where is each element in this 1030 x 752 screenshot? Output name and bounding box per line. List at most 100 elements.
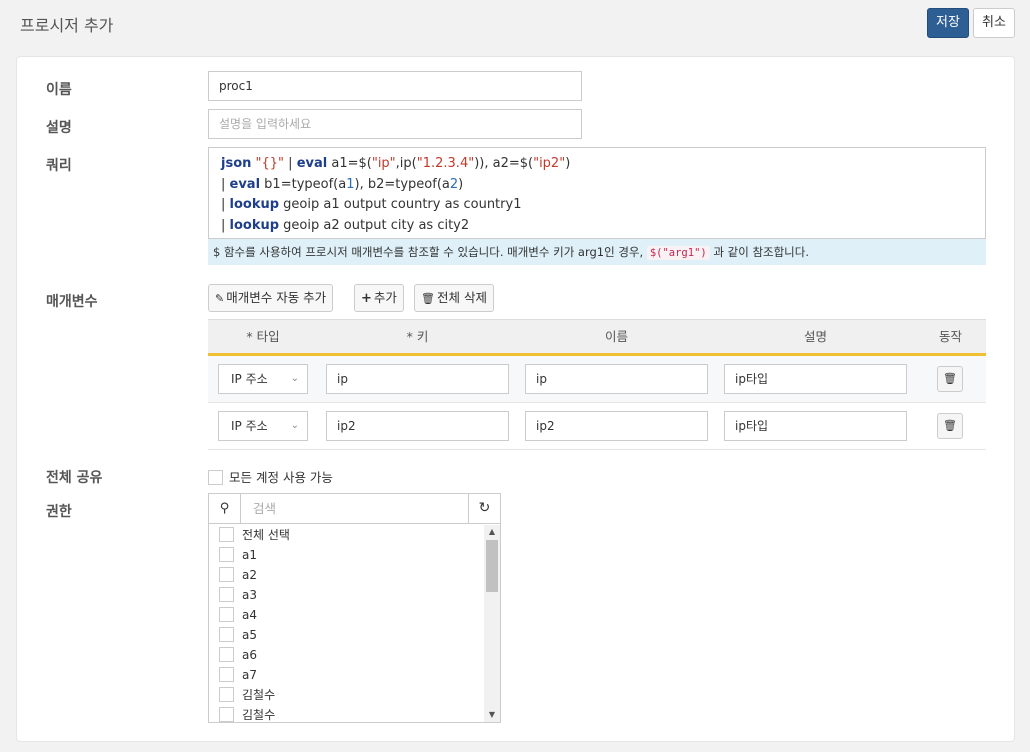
hint-code: $("arg1") (646, 246, 710, 260)
checkbox[interactable] (219, 707, 234, 722)
query-line: json "{}" | eval a1=$("ip",ip("1.2.3.4")… (221, 154, 973, 175)
cancel-button[interactable]: 취소 (973, 8, 1015, 38)
trash-icon: 🗑 (943, 419, 957, 432)
query-text: | (221, 176, 230, 192)
query-text: )), a2=$( (474, 156, 534, 171)
checkbox[interactable] (219, 607, 234, 622)
list-item[interactable]: a3 (209, 585, 485, 605)
chevron-down-icon: ⌄ (290, 420, 299, 431)
query-keyword: lookup (229, 217, 280, 233)
checkbox[interactable] (219, 527, 234, 542)
column-header: * 타입 (246, 329, 280, 344)
hint-text-end: 과 같이 참조합니다. (713, 245, 809, 259)
list-item[interactable]: a5 (209, 625, 485, 645)
list-item[interactable]: a7 (209, 665, 485, 685)
list-item-label: a1 (242, 548, 257, 562)
plus-icon: + (361, 291, 372, 306)
description-label: 설명 (46, 120, 72, 136)
delete-all-params-button[interactable]: 🗑 전체 삭제 (414, 284, 494, 312)
share-option[interactable]: 모든 계정 사용 가능 (208, 470, 333, 486)
query-line: | lookup geoip a2 output city as city2 (221, 216, 973, 237)
search-icon[interactable]: ⚲ (209, 494, 241, 523)
checkbox[interactable] (219, 567, 234, 582)
column-header: 설명 (803, 329, 827, 344)
checkbox[interactable] (219, 647, 234, 662)
save-button[interactable]: 저장 (927, 8, 969, 38)
query-hint: $ 함수를 사용하여 프로시저 매개변수를 참조할 수 있습니다. 매개변수 키… (208, 239, 986, 265)
key-input[interactable]: ip (326, 364, 509, 394)
add-param-label: 추가 (373, 290, 397, 305)
list-item[interactable]: a6 (209, 645, 485, 665)
permission-search-input[interactable]: 검색 (242, 494, 468, 523)
column-header: 동작 (938, 329, 962, 344)
list-item[interactable]: a2 (209, 565, 485, 585)
wand-icon: ✎ (215, 292, 225, 305)
list-item[interactable]: 전체 선택 (209, 525, 485, 545)
checkbox[interactable] (219, 547, 234, 562)
checkbox[interactable] (219, 587, 234, 602)
query-string: "ip" (371, 156, 396, 171)
list-item[interactable]: a1 (209, 545, 485, 565)
add-param-button[interactable]: + 추가 (354, 284, 404, 312)
param-name-input[interactable]: ip2 (525, 411, 708, 441)
query-string: "{}" (255, 156, 285, 171)
params-table-header: * 타입 * 키 이름 설명 동작 (208, 319, 986, 356)
query-label: 쿼리 (46, 158, 72, 174)
checkbox[interactable] (219, 627, 234, 642)
list-item-label: a5 (242, 628, 257, 642)
delete-row-button[interactable]: 🗑 (937, 366, 963, 392)
table-row: IP 주소 ⌄ ip2 ip2 ip타입 🗑 (208, 403, 986, 450)
param-desc-input[interactable]: ip타입 (724, 411, 907, 441)
refresh-icon[interactable]: ↻ (468, 494, 500, 523)
query-line: | lookup geoip a1 output country as coun… (221, 195, 973, 216)
query-text: ), b2=typeof(a (354, 176, 450, 192)
name-label: 이름 (46, 82, 72, 98)
param-name-input[interactable]: ip (525, 364, 708, 394)
query-keyword: json (221, 156, 252, 171)
params-table: * 타입 * 키 이름 설명 동작 IP 주소 ⌄ ip ip ip타입 🗑 IP… (208, 319, 986, 450)
table-row: IP 주소 ⌄ ip ip ip타입 🗑 (208, 356, 986, 403)
permission-box: ⚲ 검색 ↻ 전체 선택 a1 a2 a3 a4 a5 a6 a7 김철수 김철… (208, 493, 501, 723)
delete-row-button[interactable]: 🗑 (937, 413, 963, 439)
name-input[interactable]: proc1 (208, 71, 582, 101)
page-title: 프로시저 추가 (20, 16, 114, 35)
query-number: 1 (346, 176, 355, 192)
type-select[interactable]: IP 주소 ⌄ (218, 364, 308, 394)
list-item-label: a6 (242, 648, 257, 662)
param-desc-input[interactable]: ip타입 (724, 364, 907, 394)
description-input[interactable]: 설명을 입력하세요 (208, 109, 582, 139)
query-text: | (284, 156, 297, 171)
query-editor[interactable]: json "{}" | eval a1=$("ip",ip("1.2.3.4")… (208, 147, 986, 239)
checkbox[interactable] (219, 687, 234, 702)
query-text: geoip a1 output country as country1 (279, 197, 522, 212)
share-checkbox-label: 모든 계정 사용 가능 (229, 470, 333, 485)
list-item-label: a3 (242, 588, 257, 602)
list-item-label: 전체 선택 (242, 528, 290, 542)
query-text: ) (458, 176, 464, 192)
trash-icon: 🗑 (421, 292, 435, 305)
list-item-label: a2 (242, 568, 257, 582)
query-text: ,ip( (395, 156, 417, 171)
scrollbar-thumb[interactable] (486, 540, 498, 592)
params-label: 매개변수 (46, 294, 98, 310)
share-checkbox[interactable] (208, 470, 223, 485)
checkbox[interactable] (219, 667, 234, 682)
trash-icon: 🗑 (943, 372, 957, 385)
list-item[interactable]: 김철수 (209, 685, 485, 705)
scroll-down-icon[interactable]: ▼ (484, 708, 500, 722)
auto-add-params-button[interactable]: ✎ 매개변수 자동 추가 (208, 284, 334, 312)
type-select-value: IP 주소 (231, 372, 268, 386)
list-item[interactable]: 김철수 (209, 705, 485, 722)
type-select-value: IP 주소 (231, 419, 268, 433)
permission-scrollbar[interactable]: ▲ ▼ (484, 525, 500, 722)
list-item[interactable]: a4 (209, 605, 485, 625)
hint-text: $ 함수를 사용하여 프로시저 매개변수를 참조할 수 있습니다. 매개변수 키… (213, 245, 644, 259)
query-text: a1=$( (327, 156, 372, 171)
top-bar: 프로시저 추가 저장 취소 (0, 0, 1030, 48)
list-item-label: 김철수 (242, 688, 276, 702)
query-string: "1.2.3.4" (416, 156, 475, 171)
key-input[interactable]: ip2 (326, 411, 509, 441)
list-item-label: a4 (242, 608, 257, 622)
scroll-up-icon[interactable]: ▲ (484, 525, 500, 539)
type-select[interactable]: IP 주소 ⌄ (218, 411, 308, 441)
